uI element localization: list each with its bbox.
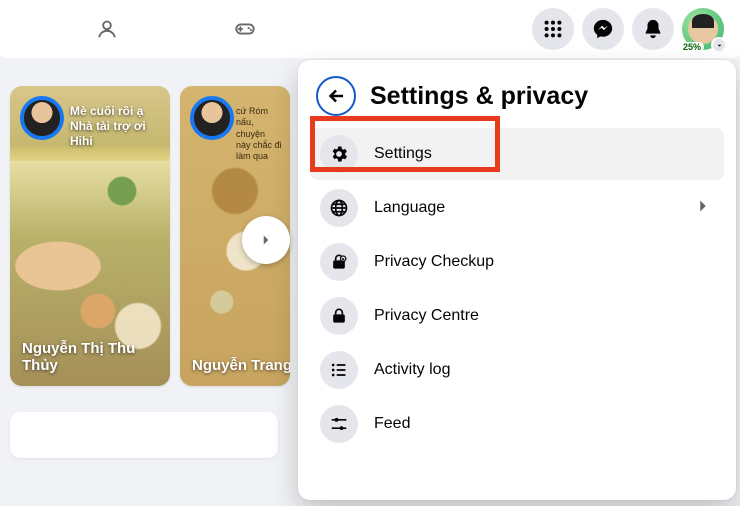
menu-label: Settings (374, 145, 432, 163)
menu-label: Feed (374, 415, 410, 433)
people-nav-icon[interactable] (86, 8, 128, 50)
panel-title: Settings & privacy (370, 82, 588, 111)
story-card[interactable]: Mè cuối rồi ạ Nhà tài trợ ơi Hihi Nguyễn… (10, 86, 170, 386)
menu-item-privacy-checkup[interactable]: Privacy Checkup (310, 236, 724, 288)
menu-label: Activity log (374, 361, 450, 379)
stories-strip: Mè cuối rồi ạ Nhà tài trợ ơi Hihi Nguyễn… (10, 86, 290, 386)
composer-card[interactable] (10, 412, 278, 458)
sliders-icon (320, 405, 358, 443)
messenger-button[interactable] (582, 8, 624, 50)
story-caption: Nguyễn Thị Thu Thủy (22, 340, 158, 374)
menu-item-settings[interactable]: Settings (310, 128, 724, 180)
lock-heart-icon (320, 243, 358, 281)
menu-list: Settings Language Privacy Checkup Privac… (306, 128, 728, 450)
gaming-nav-icon[interactable] (224, 8, 266, 50)
story-overlay-text: Mè cuối rồi ạ Nhà tài trợ ơi Hihi (70, 104, 162, 149)
chevron-right-icon (692, 195, 714, 222)
story-author-avatar (190, 96, 234, 140)
menu-item-privacy-centre[interactable]: Privacy Centre (310, 290, 724, 342)
back-button[interactable] (316, 76, 356, 116)
menu-item-language[interactable]: Language (310, 182, 724, 234)
chevron-down-icon (711, 37, 727, 53)
story-overlay-text: cứ Róm nấu, chuyện này chắc đi làm qua (236, 106, 282, 162)
lock-icon (320, 297, 358, 335)
story-author-avatar (20, 96, 64, 140)
menu-label: Language (374, 199, 445, 217)
stories-next-button[interactable] (242, 216, 290, 264)
story-caption: Nguyễn Trang (192, 357, 278, 374)
settings-privacy-panel: Settings & privacy Settings Language Pri… (298, 60, 736, 500)
notifications-button[interactable] (632, 8, 674, 50)
account-avatar-button[interactable]: 25% (682, 8, 724, 50)
menu-label: Privacy Checkup (374, 253, 494, 271)
globe-icon (320, 189, 358, 227)
top-nav: 25% (0, 0, 740, 58)
menu-grid-button[interactable] (532, 8, 574, 50)
menu-item-feed[interactable]: Feed (310, 398, 724, 450)
gear-icon (320, 135, 358, 173)
avatar-progress-badge: 25% (680, 42, 704, 52)
menu-item-activity-log[interactable]: Activity log (310, 344, 724, 396)
panel-header: Settings & privacy (306, 72, 728, 128)
list-icon (320, 351, 358, 389)
menu-label: Privacy Centre (374, 307, 479, 325)
